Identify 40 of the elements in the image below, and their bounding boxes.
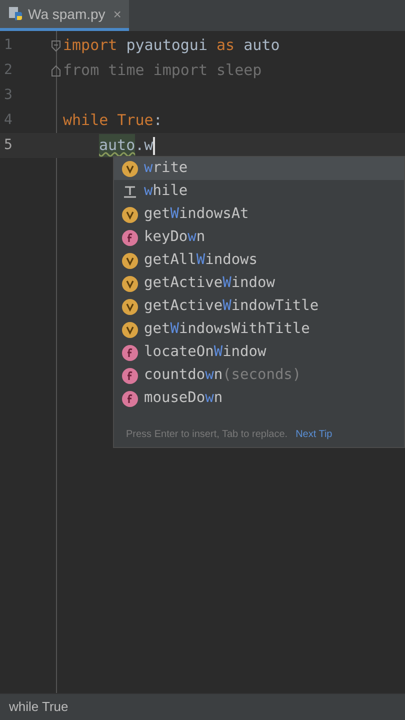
completion-item[interactable]: getActiveWindow — [114, 272, 404, 295]
completion-item[interactable]: locateOnWindow — [114, 341, 404, 364]
next-tip-link[interactable]: Next Tip — [296, 426, 332, 442]
variable-icon — [122, 252, 138, 268]
python-file-icon — [8, 6, 24, 22]
variable-icon — [122, 160, 138, 176]
code-line: from time import sleep — [63, 60, 262, 82]
variable-icon — [122, 206, 138, 222]
variable-icon — [122, 298, 138, 314]
completion-item[interactable]: getActiveWindowTitle — [114, 295, 404, 318]
function-icon — [122, 230, 138, 246]
completion-item[interactable]: getWindowsAt — [114, 203, 404, 226]
completion-item[interactable]: getAllWindows — [114, 249, 404, 272]
variable-icon — [122, 322, 138, 338]
line-number: 4 — [3, 111, 14, 130]
completion-item[interactable]: write — [114, 157, 404, 180]
status-text: while True — [9, 698, 68, 716]
template-icon — [122, 184, 138, 200]
code-line: import pyautogui as auto — [63, 35, 280, 56]
completion-item[interactable]: getWindowsWithTitle — [114, 318, 404, 341]
text-cursor — [153, 136, 156, 154]
completion-item[interactable]: while — [114, 180, 404, 203]
function-icon — [122, 390, 138, 406]
completion-item[interactable]: mouseDown — [114, 387, 404, 410]
completion-item[interactable]: keyDown — [114, 226, 404, 249]
line-number: 2 — [3, 61, 14, 80]
fold-end-icon[interactable] — [51, 64, 61, 76]
variable-icon — [122, 276, 138, 292]
completion-tip: Press Enter to insert, Tab to replace. — [126, 428, 288, 442]
file-tab[interactable]: Wa spam.py × — [0, 0, 130, 31]
code-line: while True: — [63, 110, 162, 132]
line-number: 3 — [3, 86, 14, 105]
completion-item[interactable]: countdown(seconds) — [114, 364, 404, 387]
tab-title: Wa spam.py — [28, 4, 106, 24]
fold-icon[interactable] — [51, 40, 61, 52]
line-number: 5 — [3, 136, 14, 155]
function-icon — [122, 344, 138, 360]
code-line: auto.w — [99, 134, 156, 157]
function-icon — [122, 368, 138, 384]
line-number: 1 — [3, 36, 14, 55]
